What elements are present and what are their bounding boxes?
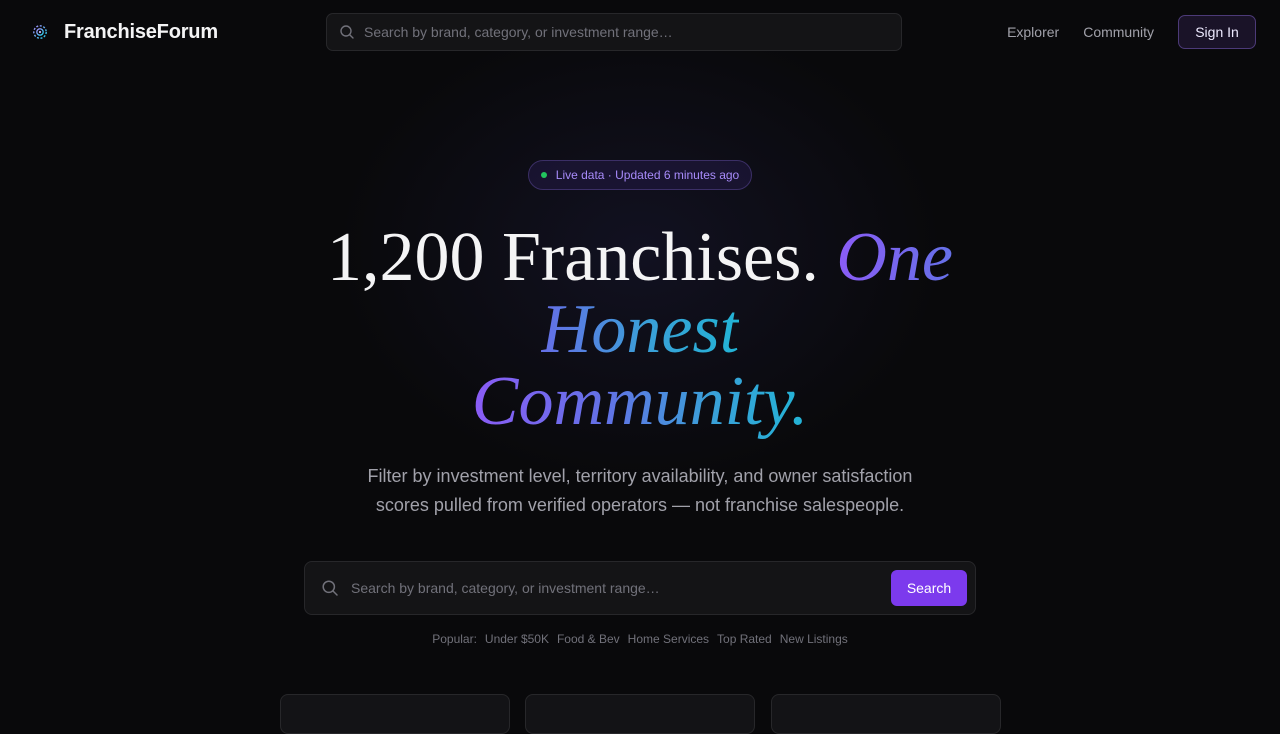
popular-tag[interactable]: Food & Bev [557,632,620,646]
hero-search[interactable]: Search [304,561,976,615]
header-search[interactable] [326,13,902,51]
headline-plain: 1,200 Franchises. [326,219,837,296]
brand-name: FranchiseForum [64,20,218,43]
sign-in-button[interactable]: Sign In [1178,15,1256,49]
popular-tag[interactable]: Under $50K [485,632,549,646]
popular-tags: Popular: Under $50K Food & Bev Home Serv… [0,631,1280,647]
popular-label: Popular: [432,632,477,646]
popular-tag[interactable]: Home Services [628,632,709,646]
nav-community[interactable]: Community [1083,24,1154,40]
site-header: FranchiseForum Explorer Community Sign I… [0,0,1280,64]
nav-explorer[interactable]: Explorer [1007,24,1059,40]
hero-headline: 1,200 Franchises. One Honest Community. [240,222,1040,438]
popular-tag[interactable]: New Listings [780,632,848,646]
hero-search-input[interactable] [351,580,891,596]
hero-subtitle: Filter by investment level, territory av… [367,466,913,515]
feature-card[interactable] [771,694,1001,734]
brand[interactable]: FranchiseForum [30,19,218,45]
search-icon [339,24,355,40]
search-icon [321,579,339,597]
live-data-text: Live data · Updated 6 minutes ago [555,168,740,182]
live-status-dot [540,172,547,178]
headline-accent-2: Community. [471,363,809,440]
top-nav: Explorer Community Sign In [1007,15,1256,49]
header-search-input[interactable] [364,24,884,40]
feature-card[interactable] [280,694,510,734]
feature-card[interactable] [525,694,755,734]
sparkle-gear-icon [30,22,50,42]
live-data-badge: Live data · Updated 6 minutes ago [528,160,752,190]
popular-tag[interactable]: Top Rated [717,632,772,646]
search-button[interactable]: Search [891,570,967,606]
